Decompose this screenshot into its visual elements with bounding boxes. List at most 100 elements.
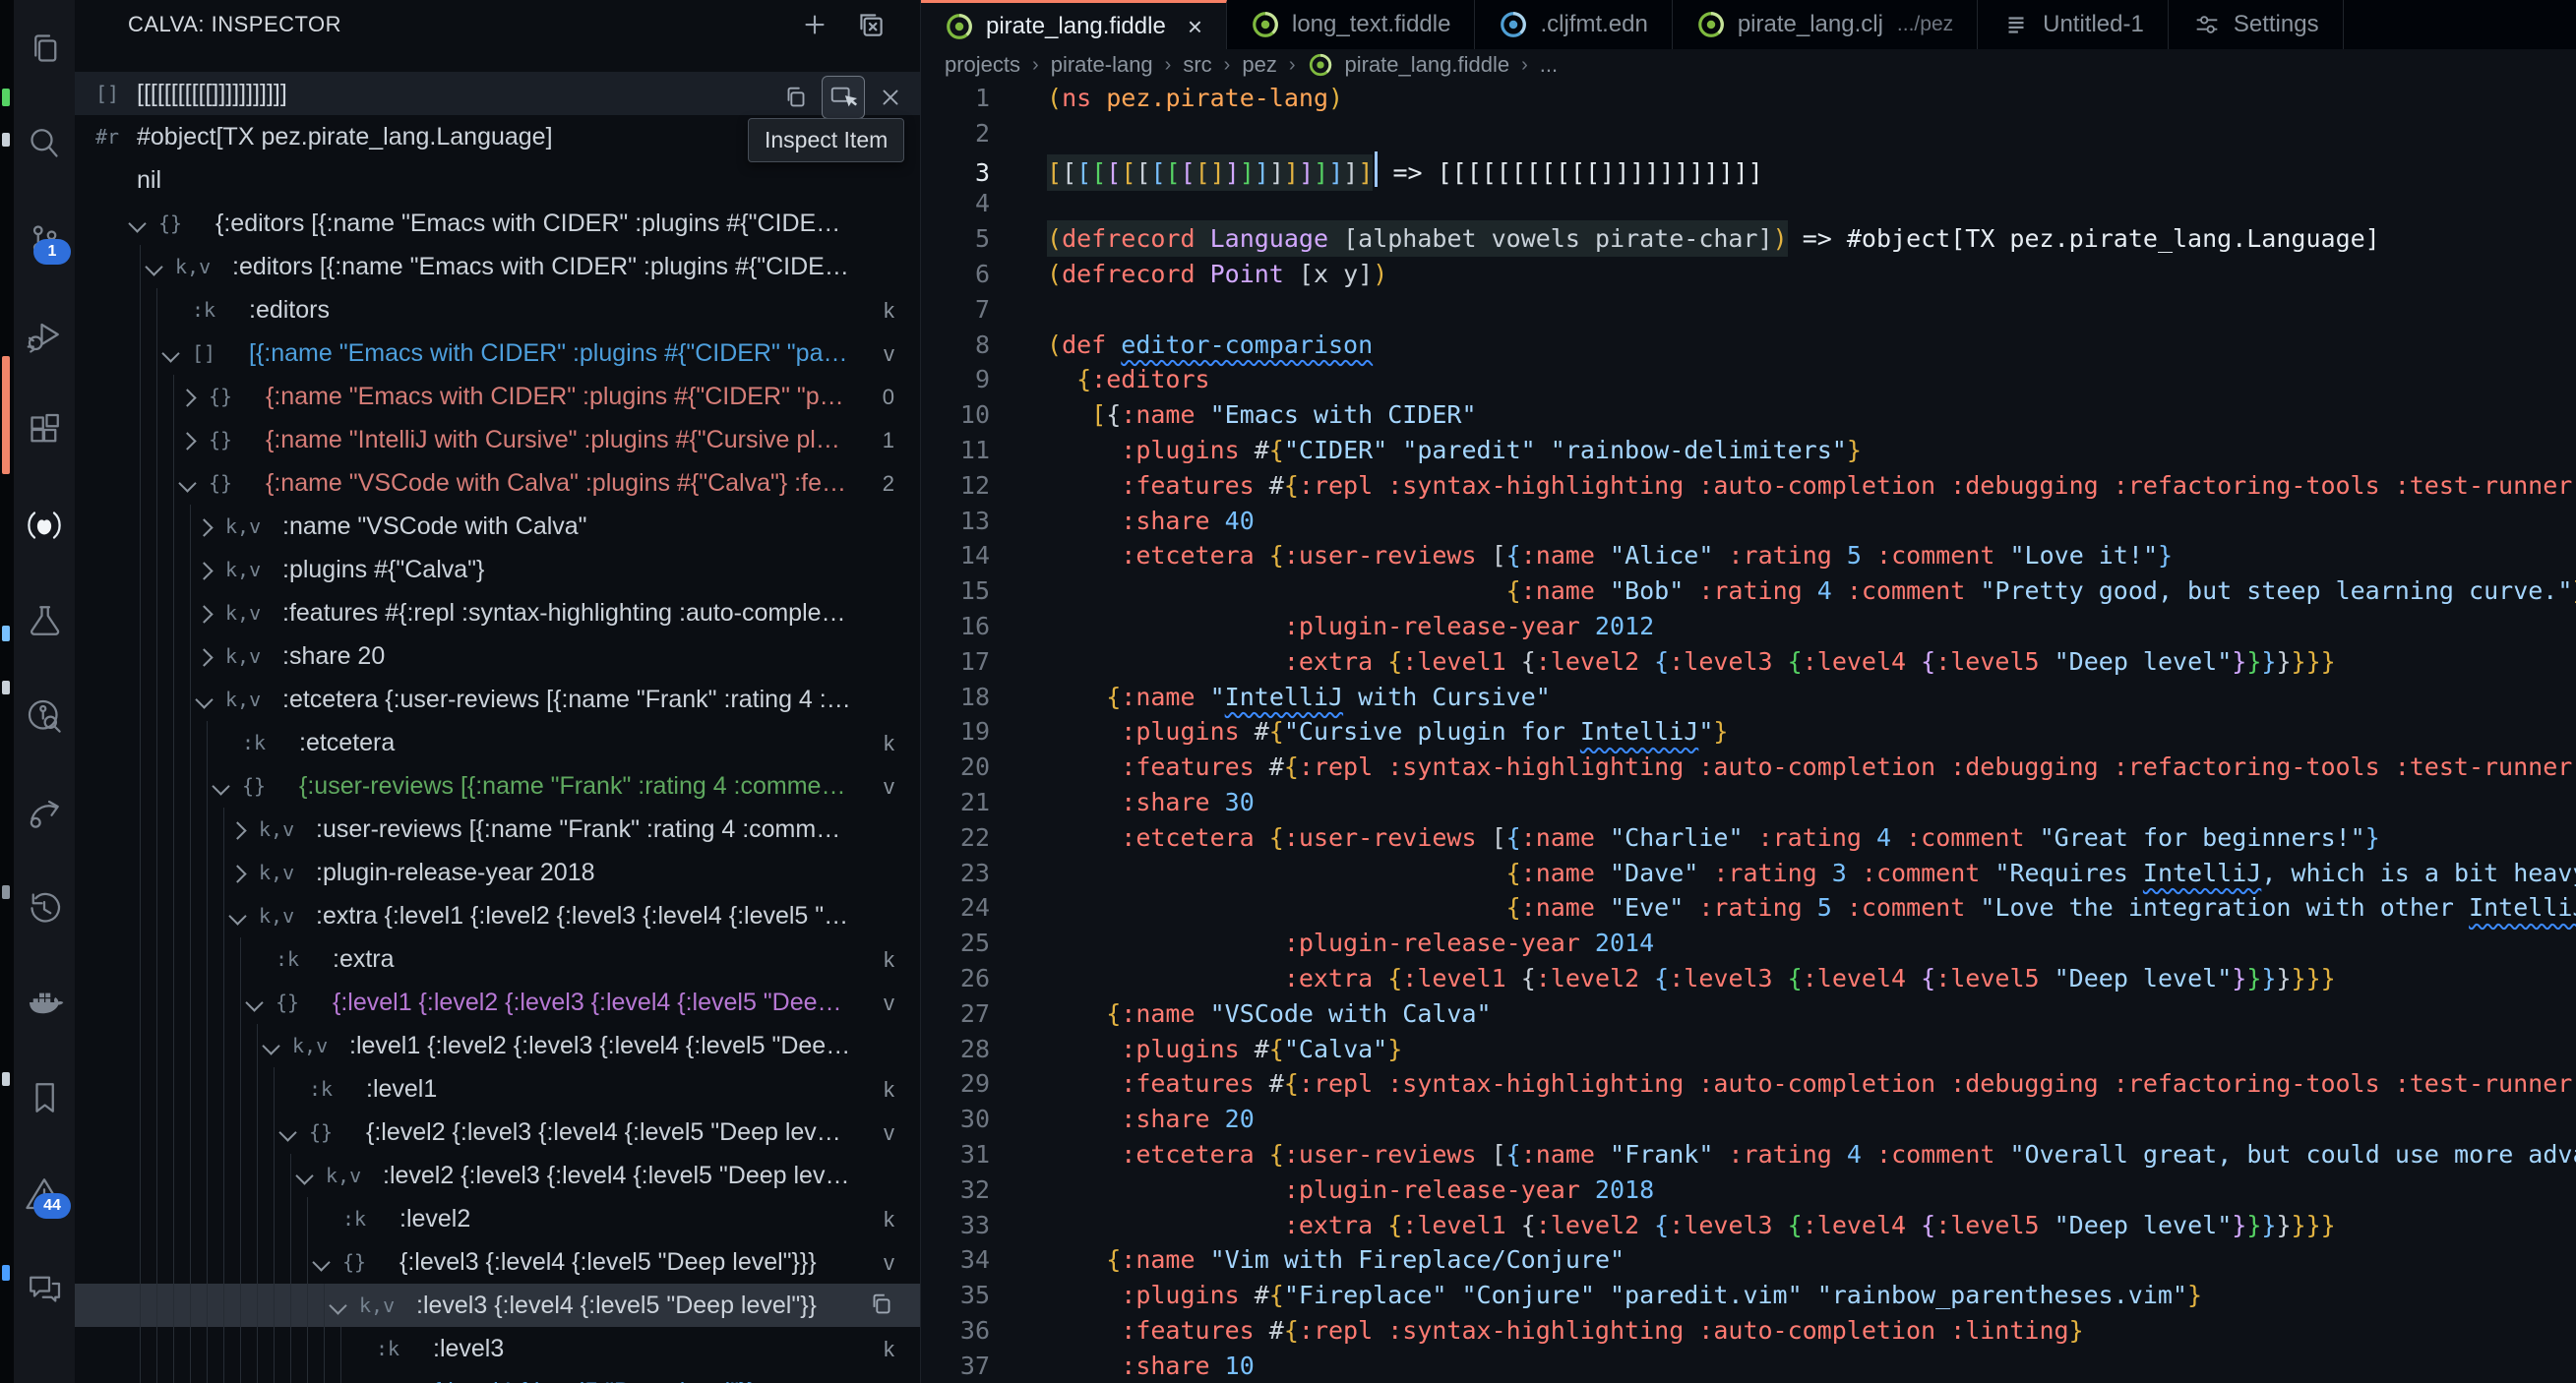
tree-row[interactable]: {} {:name "VSCode with Calva" :plugins #{… — [75, 461, 920, 505]
open-in-editor-icon[interactable] — [854, 8, 888, 41]
tree-row[interactable]: {}{:level4 {:level5 "Deep level"}} — [75, 1370, 920, 1383]
code-line[interactable]: 37 :share 10 — [921, 1349, 2576, 1383]
code-line[interactable]: 33 :extra {:level1 {:level2 {:level3 {:l… — [921, 1208, 2576, 1243]
chevron-right-icon[interactable] — [195, 562, 214, 580]
inspect-item-icon[interactable] — [822, 76, 865, 119]
code-line[interactable]: 34 {:name "Vim with Fireplace/Conjure" — [921, 1242, 2576, 1278]
code-line[interactable]: 20 :features #{:repl :syntax-highlightin… — [921, 750, 2576, 785]
code-line[interactable]: 14 :etcetera {:user-reviews [{:name "Ali… — [921, 538, 2576, 573]
activity-item-comments[interactable] — [14, 1240, 75, 1336]
activity-item-extensions[interactable] — [14, 382, 75, 477]
chevron-down-icon[interactable] — [295, 1167, 314, 1185]
code-line[interactable]: 35 :plugins #{"Fireplace" "Conjure" "par… — [921, 1278, 2576, 1313]
activity-item-gitlens[interactable] — [14, 668, 75, 763]
chevron-down-icon[interactable] — [329, 1296, 347, 1315]
code-line[interactable]: 19 :plugins #{"Cursive plugin for Intell… — [921, 714, 2576, 750]
chevron-right-icon[interactable] — [228, 821, 247, 840]
activity-item-calva[interactable] — [14, 477, 75, 572]
activity-item-explorer[interactable] — [14, 0, 75, 95]
tab-long-text-fiddle[interactable]: long_text.fiddle — [1227, 0, 1476, 49]
tree-row[interactable]: k,v:extra {:level1 {:level2 {:level3 {:l… — [75, 894, 920, 937]
tree-row[interactable]: :k:level3 k — [75, 1327, 920, 1370]
code-line[interactable]: 9 {:editors — [921, 362, 2576, 397]
code-line[interactable]: 27 {:name "VSCode with Calva" — [921, 996, 2576, 1032]
code-line[interactable]: 3[[[[[[[[[[[]]]]]]]]]]] => [[[[[[[[[[[]]… — [921, 150, 2576, 191]
tab-untitled-1[interactable]: Untitled-1 — [1978, 0, 2169, 49]
tree-row[interactable]: k,v:level2 {:level3 {:level4 {:level5 "D… — [75, 1154, 920, 1197]
breadcrumb-item[interactable]: projects — [945, 52, 1020, 78]
tree-row[interactable]: k,v:level1 {:level2 {:level3 {:level4 {:… — [75, 1024, 920, 1067]
code-line[interactable]: 29 :features #{:repl :syntax-highlightin… — [921, 1066, 2576, 1102]
tree-row[interactable]: :k:level1 k — [75, 1067, 920, 1111]
tab-settings[interactable]: Settings — [2168, 0, 2344, 49]
chevron-down-icon[interactable] — [228, 907, 247, 926]
tree-row[interactable]: :k:editors k — [75, 288, 920, 331]
tree-row[interactable]: :k:etcetera k — [75, 721, 920, 764]
chevron-down-icon[interactable] — [195, 691, 214, 709]
code-line[interactable]: 23 {:name "Dave" :rating 3 :comment "Req… — [921, 856, 2576, 891]
tree-row[interactable]: k,v:editors [{:name "Emacs with CIDER" :… — [75, 245, 920, 288]
code-line[interactable]: 1 (ns pez.pirate-lang) — [921, 81, 2576, 116]
copy-icon[interactable] — [867, 1290, 898, 1321]
activity-item-search[interactable] — [14, 95, 75, 191]
code-line[interactable]: 31 :etcetera {:user-reviews [{:name "Fra… — [921, 1137, 2576, 1173]
code-line[interactable]: 16 :plugin-release-year 2012 — [921, 609, 2576, 644]
tree-row[interactable]: nil — [75, 158, 920, 202]
breadcrumb[interactable]: projects › pirate-lang › src › pez › pirate_lang… — [921, 49, 2576, 81]
tree-row[interactable]: k,v:features #{:repl :syntax-highlightin… — [75, 591, 920, 634]
code-line[interactable]: 25 :plugin-release-year 2014 — [921, 926, 2576, 961]
tab--cljfmt-edn[interactable]: .cljfmt.edn — [1475, 0, 1673, 49]
code-line[interactable]: 6 (defrecord Point [x y]) — [921, 257, 2576, 292]
close-icon[interactable] — [873, 80, 908, 115]
chevron-down-icon[interactable] — [262, 1037, 280, 1055]
code-line[interactable]: 8 (def editor-comparison — [921, 328, 2576, 363]
chevron-right-icon[interactable] — [178, 389, 197, 407]
chevron-right-icon[interactable] — [178, 432, 197, 451]
tab-pirate-lang-fiddle[interactable]: pirate_lang.fiddle × — [921, 0, 1227, 49]
activity-item-testing[interactable] — [14, 572, 75, 668]
tree-row[interactable]: {} {:editors [{:name "Emacs with CIDER" :… — [75, 202, 920, 245]
tree-row[interactable]: k,v:plugins #{"Calva"} — [75, 548, 920, 591]
chevron-right-icon[interactable] — [195, 648, 214, 667]
chevron-down-icon[interactable] — [178, 474, 197, 493]
code-line[interactable]: 24 {:name "Eve" :rating 5 :comment "Love… — [921, 890, 2576, 926]
activity-item-timeline[interactable] — [14, 859, 75, 954]
copy-icon[interactable] — [778, 80, 814, 115]
tree-row[interactable]: k,v:share 20 — [75, 634, 920, 678]
activity-item-docker[interactable] — [14, 954, 75, 1050]
tree-row[interactable]: {} {:user-reviews [{:name "Frank" :rating… — [75, 764, 920, 808]
activity-item-run-debug[interactable] — [14, 286, 75, 382]
tree-row[interactable]: {} {:level2 {:level3 {:level4 {:level5 "D… — [75, 1111, 920, 1154]
code-line[interactable]: 5 (defrecord Language [alphabet vowels pi… — [921, 220, 2576, 258]
code-line[interactable]: 11 :plugins #{"CIDER" "paredit" "rainbow… — [921, 433, 2576, 468]
code-line[interactable]: 26 :extra {:level1 {:level2 {:level3 {:l… — [921, 961, 2576, 996]
chevron-right-icon[interactable] — [195, 605, 214, 624]
tab-close-icon[interactable]: × — [1188, 14, 1202, 39]
breadcrumb-item[interactable]: pirate-lang — [1051, 52, 1153, 78]
tree-row[interactable]: :k:extra k — [75, 937, 920, 981]
tab-pirate-lang-clj[interactable]: pirate_lang.clj .../pez — [1672, 0, 1979, 49]
code-line[interactable]: 7 — [921, 292, 2576, 328]
tree-row[interactable]: :k:level2 k — [75, 1197, 920, 1240]
tree-row[interactable]: {} {:name "IntelliJ with Cursive" :plugin… — [75, 418, 920, 461]
activity-item-bookmarks[interactable] — [14, 1050, 75, 1145]
tree-row[interactable]: k,v:user-reviews [{:name "Frank" :rating… — [75, 808, 920, 851]
activity-item-source-control[interactable]: 1 — [14, 191, 75, 286]
code-line[interactable]: 4 — [921, 186, 2576, 221]
breadcrumb-item[interactable]: ... — [1540, 52, 1558, 78]
code-line[interactable]: 2 — [921, 116, 2576, 151]
code-line[interactable]: 22 :etcetera {:user-reviews [{:name "Cha… — [921, 820, 2576, 856]
breadcrumb-item[interactable]: pez — [1242, 52, 1276, 78]
chevron-down-icon[interactable] — [128, 214, 147, 233]
tree-row[interactable]: k,v:etcetera {:user-reviews [{:name "Fra… — [75, 678, 920, 721]
code-line[interactable]: 30 :share 20 — [921, 1102, 2576, 1137]
chevron-right-icon[interactable] — [228, 865, 247, 883]
add-inspector-icon[interactable] — [798, 8, 831, 41]
tree-row[interactable]: [] [{:name "Emacs with CIDER" :plugins #{… — [75, 331, 920, 375]
code-line[interactable]: 17 :extra {:level1 {:level2 {:level3 {:l… — [921, 644, 2576, 680]
tree-row[interactable]: k,v:name "VSCode with Calva" — [75, 505, 920, 548]
code-line[interactable]: 12 :features #{:repl :syntax-highlightin… — [921, 468, 2576, 504]
code-line[interactable]: 21 :share 30 — [921, 785, 2576, 820]
code-line[interactable]: 18 {:name "IntelliJ with Cursive" — [921, 680, 2576, 715]
chevron-down-icon[interactable] — [278, 1123, 297, 1142]
